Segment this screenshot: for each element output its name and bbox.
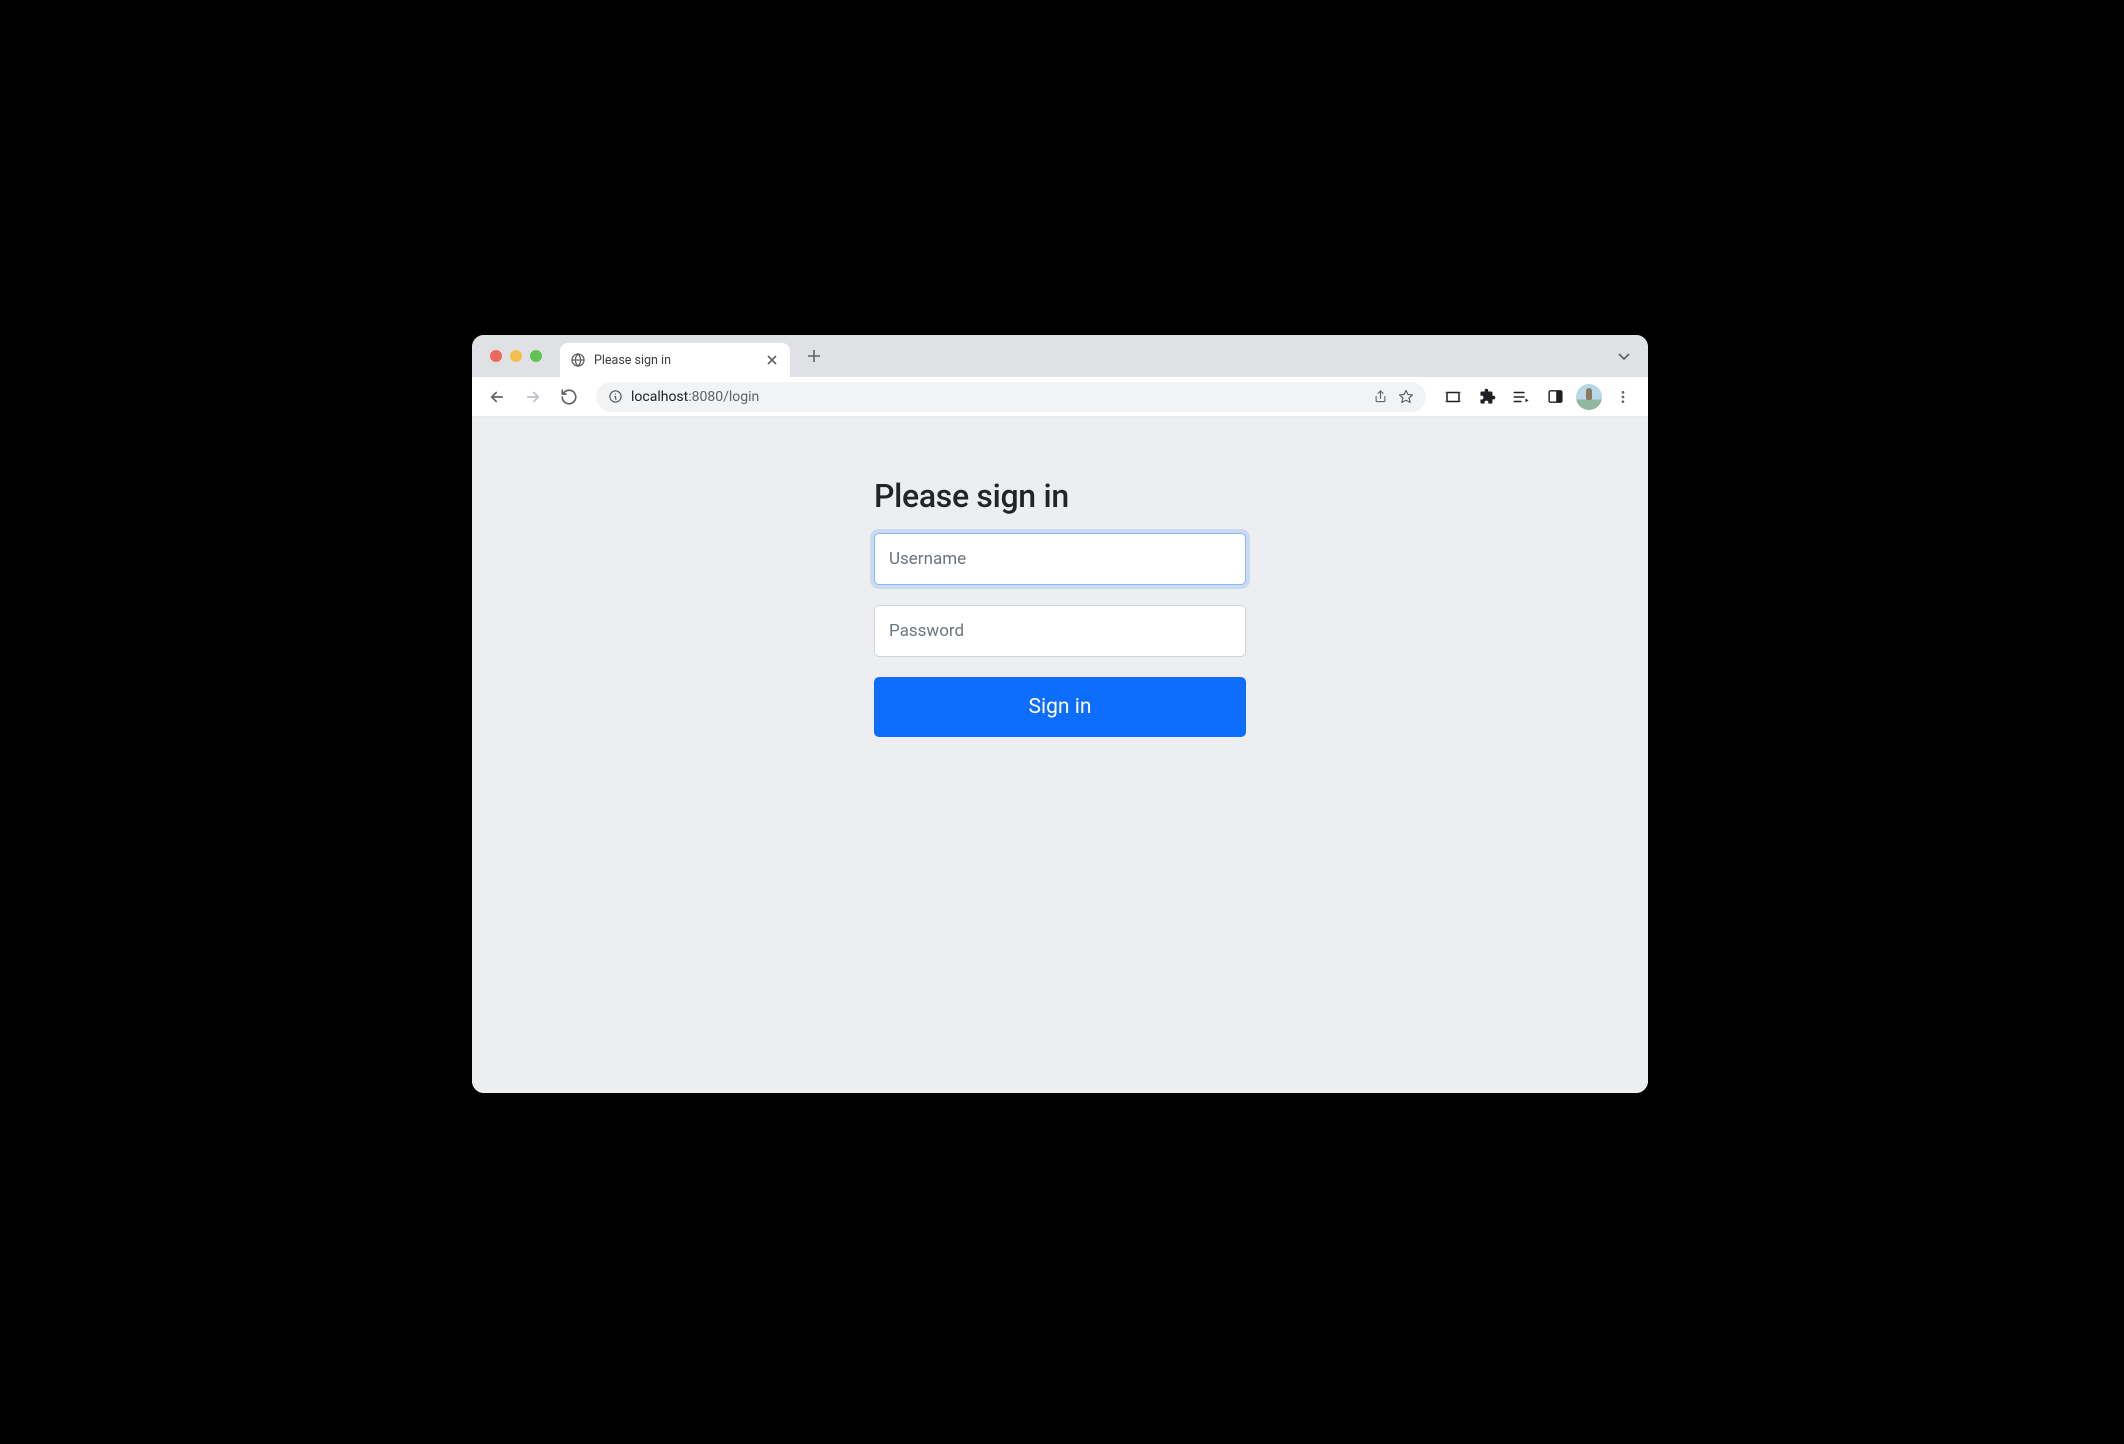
login-heading: Please sign in bbox=[874, 477, 1246, 515]
username-input[interactable] bbox=[874, 533, 1246, 585]
avatar-image bbox=[1576, 384, 1602, 410]
browser-window: Please sign in bbox=[472, 335, 1648, 1093]
extensions-icon[interactable] bbox=[1472, 382, 1502, 412]
signin-button[interactable]: Sign in bbox=[874, 677, 1246, 737]
reload-button[interactable] bbox=[554, 382, 584, 412]
tab-bar: Please sign in bbox=[472, 335, 1648, 377]
login-form: Please sign in Sign in bbox=[874, 477, 1246, 737]
browser-toolbar: localhost:8080/login bbox=[472, 377, 1648, 417]
browser-tab[interactable]: Please sign in bbox=[560, 343, 790, 377]
profile-avatar[interactable] bbox=[1574, 382, 1604, 412]
window-close-button[interactable] bbox=[490, 350, 502, 362]
password-input[interactable] bbox=[874, 605, 1246, 657]
tab-title: Please sign in bbox=[594, 353, 756, 368]
forward-button[interactable] bbox=[518, 382, 548, 412]
window-zoom-button[interactable] bbox=[530, 350, 542, 362]
share-icon[interactable] bbox=[1373, 389, 1388, 404]
address-bar[interactable]: localhost:8080/login bbox=[596, 382, 1426, 412]
back-button[interactable] bbox=[482, 382, 512, 412]
side-panel-icon[interactable] bbox=[1540, 382, 1570, 412]
site-info-icon[interactable] bbox=[608, 389, 623, 404]
url-path: :8080/login bbox=[688, 389, 759, 405]
tab-close-button[interactable] bbox=[764, 352, 780, 368]
extension-playlist-icon[interactable] bbox=[1506, 382, 1536, 412]
new-tab-button[interactable] bbox=[800, 342, 828, 370]
bookmark-icon[interactable] bbox=[1398, 389, 1414, 405]
url-host: localhost bbox=[631, 389, 688, 405]
menu-button[interactable] bbox=[1608, 382, 1638, 412]
extension-devtools-icon[interactable] bbox=[1438, 382, 1468, 412]
window-controls bbox=[490, 350, 542, 362]
globe-icon bbox=[570, 352, 586, 368]
chevron-down-icon bbox=[1614, 346, 1634, 366]
tab-search-button[interactable] bbox=[1614, 346, 1634, 366]
url-text: localhost:8080/login bbox=[631, 389, 1365, 405]
window-minimize-button[interactable] bbox=[510, 350, 522, 362]
page-viewport: Please sign in Sign in bbox=[472, 417, 1648, 1093]
